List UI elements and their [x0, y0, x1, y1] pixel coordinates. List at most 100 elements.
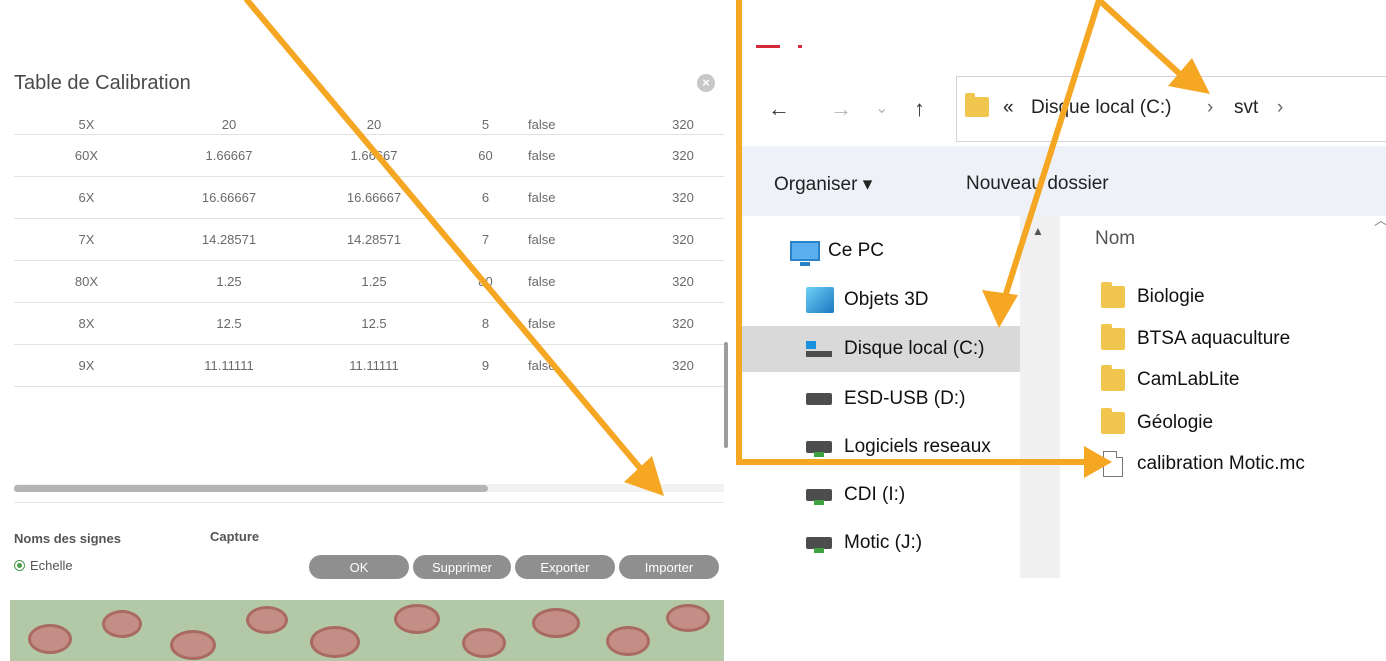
windows-drive-icon	[806, 341, 832, 357]
vertical-scrollbar[interactable]	[724, 342, 728, 448]
cell-resolution: 320	[642, 344, 724, 387]
export-button[interactable]: Exporter	[515, 555, 615, 579]
network-drive-icon	[806, 537, 832, 553]
cube-3d-icon	[806, 287, 834, 313]
action-buttons: OK Supprimer Exporter Importer	[309, 555, 719, 579]
cell-resolution: 320	[642, 302, 724, 345]
calibration-table: 5X 20 20 5 false 320 60X 1.66667 1.66667 60 false 3…	[14, 114, 724, 387]
column-header-name[interactable]: Nom	[1095, 228, 1135, 250]
list-item[interactable]: calibration Motic.mc	[1101, 451, 1305, 477]
cell-magnification: 60	[449, 134, 522, 177]
file-explorer: ← → ⌄ ↑ « Disque local (C:) › svt › Orga…	[738, 0, 1386, 601]
table-row[interactable]: 60X 1.66667 1.66667 60 false 320	[14, 134, 724, 177]
table-row[interactable]: 6X 16.66667 16.66667 6 false 320	[14, 176, 724, 219]
cell-magnification: 8	[449, 302, 522, 345]
drive-icon	[806, 393, 832, 405]
nav-item-network-software[interactable]: Logiciels reseaux	[738, 424, 1020, 470]
nav-item-3d-objects[interactable]: Objets 3D	[738, 277, 1020, 323]
microscope-image	[10, 600, 724, 661]
cell-resolution: 320	[642, 218, 724, 261]
list-item[interactable]: BTSA aquaculture	[1101, 324, 1290, 350]
horizontal-scrollbar[interactable]	[14, 485, 488, 492]
cell-flag: false	[522, 260, 642, 303]
scroll-up-icon[interactable]: ▲	[1032, 224, 1044, 238]
cell-objective: 5X	[14, 114, 159, 135]
nav-item-esd-usb[interactable]: ESD-USB (D:)	[738, 376, 1020, 422]
sort-ascending-icon: ︿	[1374, 210, 1386, 230]
nav-item-this-pc[interactable]: Ce PC	[738, 228, 1020, 274]
network-drive-icon	[806, 489, 832, 505]
breadcrumb-overflow[interactable]: «	[1003, 97, 1014, 119]
cell-x-factor: 16.66667	[159, 176, 299, 219]
cell-flag: false	[522, 176, 642, 219]
dialog-title: Table de Calibration	[14, 72, 191, 94]
pane-scrollbar[interactable]: ▲	[1020, 216, 1060, 578]
breadcrumb-drive[interactable]: Disque local (C:)	[1031, 97, 1171, 119]
delete-button[interactable]: Supprimer	[413, 555, 511, 579]
computer-icon	[790, 241, 820, 266]
divider	[14, 502, 724, 503]
cell-resolution: 320	[642, 114, 724, 135]
list-item[interactable]: Géologie	[1101, 408, 1213, 434]
scale-radio[interactable]: Echelle	[14, 558, 73, 573]
table-row[interactable]: 9X 11.11111 11.11111 9 false 320	[14, 344, 724, 387]
titlebar-accent	[798, 45, 802, 48]
cell-objective: 8X	[14, 302, 159, 345]
forward-icon[interactable]: →	[830, 96, 852, 122]
up-icon[interactable]: ↑	[914, 96, 925, 122]
cell-resolution: 320	[642, 260, 724, 303]
navigation-pane: Ce PC Objets 3D Disque local (C:) ESD-US…	[738, 216, 1020, 601]
table-row[interactable]: 5X 20 20 5 false 320	[14, 114, 724, 135]
cell-x-factor: 1.66667	[159, 134, 299, 177]
cell-flag: false	[522, 134, 642, 177]
capture-label: Capture	[210, 529, 260, 544]
nav-item-cdi[interactable]: CDI (I:)	[738, 472, 1020, 518]
cell-x-factor: 14.28571	[159, 218, 299, 261]
table-row[interactable]: 80X 1.25 1.25 80 false 320	[14, 260, 724, 303]
recent-locations-icon[interactable]: ⌄	[875, 98, 888, 118]
cell-resolution: 320	[642, 176, 724, 219]
cell-flag: false	[522, 302, 642, 345]
folder-icon	[1101, 324, 1125, 350]
cell-x-factor: 1.25	[159, 260, 299, 303]
table-row[interactable]: 8X 12.5 12.5 8 false 320	[14, 302, 724, 345]
list-item[interactable]: CamLabLite	[1101, 365, 1239, 391]
cell-objective: 80X	[14, 260, 159, 303]
organize-menu[interactable]: Organiser ▾	[774, 173, 872, 196]
table-row[interactable]: 7X 14.28571 14.28571 7 false 320	[14, 218, 724, 261]
signs-label: Noms des signes	[14, 531, 121, 546]
cell-objective: 7X	[14, 218, 159, 261]
folder-icon	[1101, 408, 1125, 434]
breadcrumb-separator[interactable]: ›	[1277, 97, 1283, 119]
cell-flag: false	[522, 218, 642, 261]
file-icon	[1103, 451, 1123, 477]
cell-x-factor: 11.11111	[159, 344, 299, 387]
ok-button[interactable]: OK	[309, 555, 409, 579]
nav-item-motic[interactable]: Motic (J:)	[738, 520, 1020, 566]
scale-radio-label: Echelle	[30, 558, 73, 573]
cell-y-factor: 1.66667	[299, 134, 449, 177]
cell-y-factor: 11.11111	[299, 344, 449, 387]
titlebar-accent	[756, 45, 780, 48]
cell-magnification: 5	[449, 114, 522, 135]
cell-magnification: 7	[449, 218, 522, 261]
list-item[interactable]: Biologie	[1101, 282, 1205, 308]
cell-resolution: 320	[642, 134, 724, 177]
cell-magnification: 80	[449, 260, 522, 303]
close-icon[interactable]: ×	[697, 74, 715, 92]
breadcrumb-separator[interactable]: ›	[1207, 97, 1213, 119]
folder-icon	[1101, 365, 1125, 391]
cell-y-factor: 16.66667	[299, 176, 449, 219]
cell-y-factor: 12.5	[299, 302, 449, 345]
radio-selected-icon[interactable]	[14, 560, 25, 571]
import-button[interactable]: Importer	[619, 555, 719, 579]
cell-objective: 6X	[14, 176, 159, 219]
breadcrumb-folder[interactable]: svt	[1234, 97, 1258, 119]
nav-item-local-disk[interactable]: Disque local (C:)	[738, 326, 1020, 372]
address-bar[interactable]: « Disque local (C:) › svt ›	[956, 76, 1386, 142]
cell-y-factor: 14.28571	[299, 218, 449, 261]
command-toolbar: Organiser ▾ Nouveau dossier	[738, 146, 1386, 216]
back-icon[interactable]: ←	[768, 96, 790, 122]
cell-x-factor: 20	[159, 114, 299, 135]
new-folder-button[interactable]: Nouveau dossier	[966, 173, 1109, 195]
